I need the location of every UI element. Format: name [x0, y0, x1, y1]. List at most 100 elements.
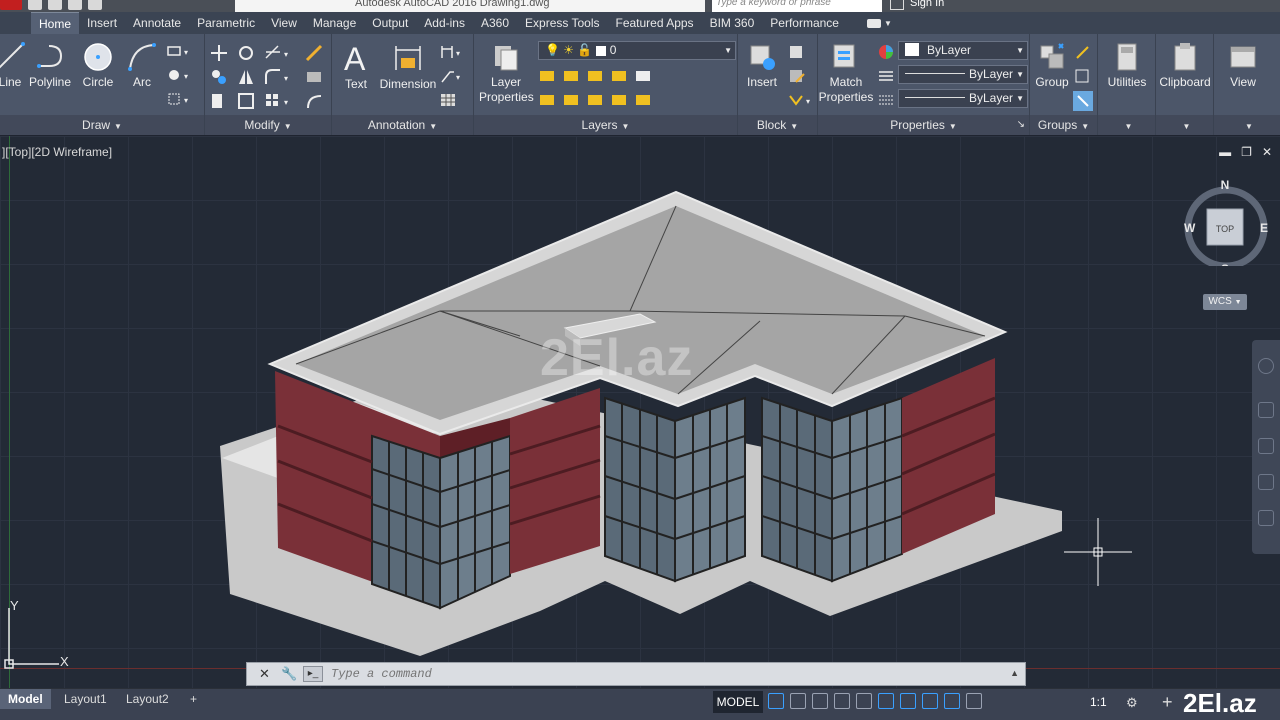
arc-tool[interactable]: Arc: [127, 42, 157, 89]
linear-dimension-icon[interactable]: ▾: [440, 44, 464, 62]
block-attributes-icon[interactable]: ▾: [788, 92, 816, 110]
block-panel-title[interactable]: Block ▼: [738, 115, 817, 135]
drawing-viewport[interactable]: ][Top][2D Wireframe] ▬ ❐ ✕ 2El.az TOP N …: [0, 136, 1280, 720]
explode-icon[interactable]: [305, 68, 323, 86]
grid-icon[interactable]: [768, 693, 784, 709]
rectangle-icon[interactable]: ▾: [167, 44, 191, 58]
line-tool[interactable]: Line: [0, 42, 26, 89]
clipboard-tool[interactable]: Clipboard: [1156, 42, 1214, 89]
modify-panel-title[interactable]: Modify ▼: [205, 115, 331, 135]
circle-tool[interactable]: Circle: [80, 42, 116, 89]
annotation-scale[interactable]: 1:1: [1090, 695, 1107, 709]
chevron-up-icon[interactable]: ▲: [1010, 668, 1019, 678]
object-snap-icon[interactable]: [878, 693, 894, 709]
erase-icon[interactable]: [305, 44, 323, 62]
trim-icon[interactable]: ▾: [264, 44, 292, 62]
polyline-tool[interactable]: Polyline: [28, 42, 72, 89]
hatch-icon[interactable]: ▾: [167, 68, 191, 82]
ribbon-minimize-toggle[interactable]: ▼: [866, 18, 892, 28]
sign-in-area[interactable]: Sign In: [890, 0, 944, 10]
dynamic-ucs-icon[interactable]: [900, 693, 916, 709]
rotate-icon[interactable]: [237, 44, 255, 62]
draw-panel-title[interactable]: Draw ▼: [0, 115, 204, 135]
wcs-menu-button[interactable]: WCS ▼: [1203, 294, 1247, 310]
tab-parametric[interactable]: Parametric: [189, 12, 263, 34]
utilities-tool[interactable]: Utilities: [1100, 42, 1154, 89]
tab-annotate[interactable]: Annotate: [125, 12, 189, 34]
view-panel-title[interactable]: ▼: [1214, 115, 1280, 135]
layer-tools-row-2[interactable]: [540, 92, 740, 108]
selection-cycling-icon[interactable]: [922, 693, 938, 709]
command-input[interactable]: [331, 665, 951, 683]
tab-view[interactable]: View: [263, 12, 305, 34]
table-icon[interactable]: [440, 92, 458, 110]
compass-west[interactable]: W: [1184, 221, 1196, 235]
properties-panel-title[interactable]: Properties ▼ ↘: [818, 115, 1029, 135]
tab-output[interactable]: Output: [364, 12, 416, 34]
layer-dropdown[interactable]: 💡 ☀ 🔓 0 ▼: [538, 41, 736, 60]
tab-featured-apps[interactable]: Featured Apps: [608, 12, 702, 34]
text-tool[interactable]: A Text: [340, 42, 372, 91]
viewcube[interactable]: TOP N S W E: [1183, 180, 1269, 266]
application-menu-button[interactable]: [0, 0, 22, 10]
tab-bim-360[interactable]: BIM 360: [702, 12, 763, 34]
lineweight-dropdown[interactable]: ByLayer ▼: [898, 89, 1028, 108]
command-prompt-icon[interactable]: ▸_: [303, 666, 323, 682]
group-edit-icon[interactable]: [1074, 68, 1092, 86]
compass-north[interactable]: N: [1221, 180, 1230, 192]
view-tool[interactable]: View: [1218, 42, 1268, 89]
layout-tab-model[interactable]: Model: [0, 689, 51, 709]
insert-tool[interactable]: Insert: [740, 42, 784, 89]
zoom-extents-icon[interactable]: [1258, 438, 1274, 454]
pan-icon[interactable]: [1258, 402, 1274, 418]
move-icon[interactable]: [210, 44, 228, 62]
layers-panel-title[interactable]: Layers ▼: [474, 115, 737, 135]
edit-block-icon[interactable]: [788, 68, 806, 86]
plus-icon[interactable]: +: [1162, 692, 1173, 713]
add-layout-button[interactable]: +: [182, 689, 205, 709]
color-dropdown[interactable]: ByLayer ▼: [898, 41, 1028, 60]
clipboard-panel-title[interactable]: ▼: [1156, 115, 1213, 135]
boundary-icon[interactable]: ▾: [167, 92, 191, 106]
tab-insert[interactable]: Insert: [79, 12, 125, 34]
tab-a360[interactable]: A360: [473, 12, 517, 34]
dialog-launcher-icon[interactable]: ↘: [1017, 115, 1025, 135]
snap-icon[interactable]: [790, 693, 806, 709]
ungroup-icon[interactable]: [1074, 44, 1092, 62]
model-space-toggle[interactable]: MODEL: [713, 691, 763, 713]
create-block-icon[interactable]: [788, 44, 806, 62]
leader-icon[interactable]: ▾: [440, 68, 464, 86]
redo-icon[interactable]: [88, 0, 102, 10]
help-search-input[interactable]: Type a keyword or phrase: [712, 0, 882, 12]
wrench-icon[interactable]: 🔧: [281, 666, 297, 682]
annotation-panel-title[interactable]: Annotation ▼: [332, 115, 473, 135]
group-selection-icon[interactable]: [1072, 90, 1094, 112]
compass-east[interactable]: E: [1260, 221, 1268, 235]
undo-icon[interactable]: [68, 0, 82, 10]
copy-icon[interactable]: [210, 68, 228, 86]
isodraft-icon[interactable]: [856, 693, 872, 709]
tab-manage[interactable]: Manage: [305, 12, 364, 34]
offset-icon[interactable]: [305, 92, 323, 110]
save-icon[interactable]: [48, 0, 62, 10]
orbit-icon[interactable]: [1258, 474, 1274, 490]
viewcube-top-face[interactable]: TOP: [1216, 224, 1234, 234]
polar-icon[interactable]: [834, 693, 850, 709]
group-tool[interactable]: Group: [1032, 42, 1072, 89]
annotation-visibility-icon[interactable]: [944, 693, 960, 709]
building-model[interactable]: [0, 136, 1280, 720]
array-icon[interactable]: ▾: [264, 92, 292, 110]
layout-tab-layout2[interactable]: Layout2: [118, 689, 177, 709]
layer-properties-tool[interactable]: Layer Properties: [476, 42, 536, 105]
tab-express-tools[interactable]: Express Tools: [517, 12, 607, 34]
stretch-icon[interactable]: [210, 92, 228, 110]
ortho-icon[interactable]: [812, 693, 828, 709]
scale-icon[interactable]: [237, 92, 255, 110]
linetype-dropdown[interactable]: ByLayer ▼: [898, 65, 1028, 84]
dimension-tool[interactable]: Dimension: [378, 42, 438, 91]
close-icon[interactable]: ✕: [259, 666, 270, 682]
layer-tools-row-1[interactable]: [540, 68, 740, 84]
tab-home[interactable]: Home: [31, 12, 80, 34]
showmotion-icon[interactable]: [1258, 510, 1274, 526]
utilities-panel-title[interactable]: ▼: [1098, 115, 1155, 135]
